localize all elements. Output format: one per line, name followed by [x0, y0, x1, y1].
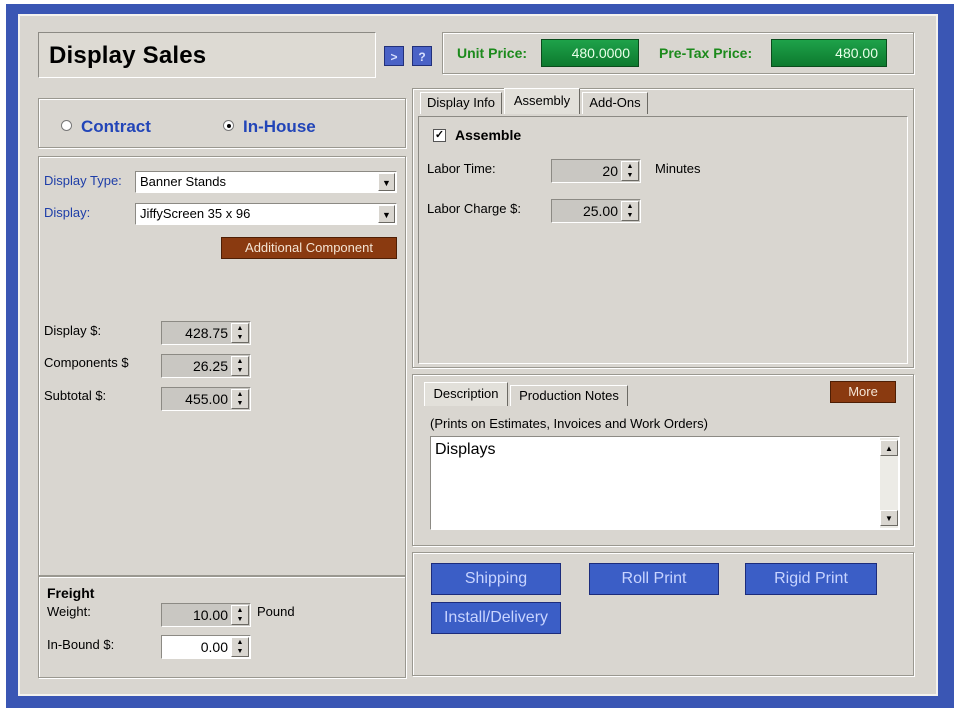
display-type-select[interactable]: Banner Stands ▼ [135, 171, 397, 193]
spinner-icon[interactable]: ▲ ▼ [231, 637, 249, 657]
inbound-field[interactable]: 0.00 ▲ ▼ [161, 635, 251, 659]
tab-display-info[interactable]: Display Info [420, 92, 502, 114]
more-button[interactable]: More [830, 381, 896, 403]
freight-title: Freight [47, 585, 95, 601]
display-sales-window: Display Sales > ? Unit Price: 480.0000 P… [18, 14, 938, 696]
inbound-label: In-Bound $: [47, 637, 115, 652]
spinner-icon[interactable]: ▲ ▼ [231, 356, 249, 376]
contract-radio-option[interactable]: Contract [61, 117, 181, 137]
weight-field[interactable]: 10.00 ▲ ▼ [161, 603, 251, 627]
spinner-icon[interactable]: ▲ ▼ [231, 605, 249, 625]
spinner-icon[interactable]: ▲ ▼ [231, 389, 249, 409]
inbound-value: 0.00 [200, 639, 228, 655]
display-type-label: Display Type: [44, 173, 122, 188]
actions-panel: Shipping Roll Print Rigid Print Install/… [412, 552, 914, 676]
description-hint: (Prints on Estimates, Invoices and Work … [430, 416, 708, 431]
components-field[interactable]: 26.25 ▲ ▼ [161, 354, 251, 378]
display-value: JiffyScreen 35 x 96 [140, 206, 251, 221]
spinner-icon[interactable]: ▲ ▼ [231, 323, 249, 343]
description-textarea[interactable]: Displays ▲ ▼ [430, 436, 900, 530]
weight-unit: Pound [257, 604, 295, 619]
labor-charge-field[interactable]: 25.00 ▲ ▼ [551, 199, 641, 223]
display-cost-field[interactable]: 428.75 ▲ ▼ [161, 321, 251, 345]
labor-time-field[interactable]: 20 ▲ ▼ [551, 159, 641, 183]
title-panel: Display Sales [38, 32, 376, 78]
install-delivery-button[interactable]: Install/Delivery [431, 602, 561, 634]
display-cost-value: 428.75 [185, 325, 228, 341]
freight-panel: Freight Weight: 10.00 ▲ ▼ Pound In-Bound … [38, 576, 406, 678]
display-type-value: Banner Stands [140, 174, 227, 189]
contract-radio-label: Contract [81, 117, 151, 136]
unit-price-value: 480.0000 [541, 39, 639, 67]
labor-time-label: Labor Time: [427, 161, 496, 176]
display-details-panel: Display Type: Banner Stands ▼ Display: J… [38, 156, 406, 576]
tab-production-notes[interactable]: Production Notes [510, 385, 628, 406]
labor-charge-value: 25.00 [582, 203, 618, 219]
help-icon: ? [418, 50, 426, 64]
unit-price-label: Unit Price: [457, 45, 528, 61]
inhouse-radio-label: In-House [243, 117, 316, 136]
weight-label: Weight: [47, 604, 91, 619]
next-arrow-button[interactable]: > [384, 46, 404, 66]
labor-time-value: 20 [602, 163, 618, 179]
labor-charge-label: Labor Charge $: [427, 201, 521, 216]
display-label: Display: [44, 205, 91, 220]
assembly-tab-page: ✓ Assemble Labor Time: 20 ▲ ▼ Minutes Lab… [418, 116, 908, 364]
scroll-down-icon[interactable]: ▼ [880, 510, 898, 526]
help-button[interactable]: ? [412, 46, 432, 66]
tab-assembly[interactable]: Assembly [504, 88, 580, 114]
vertical-scrollbar[interactable]: ▲ ▼ [880, 438, 898, 528]
description-text: Displays [435, 441, 496, 458]
display-select[interactable]: JiffyScreen 35 x 96 ▼ [135, 203, 397, 225]
chevron-down-icon[interactable]: ▼ [378, 173, 395, 191]
subtotal-field[interactable]: 455.00 ▲ ▼ [161, 387, 251, 411]
labor-time-unit: Minutes [655, 161, 701, 176]
spinner-icon[interactable]: ▲ ▼ [621, 201, 639, 221]
subtotal-label: Subtotal $: [44, 388, 107, 403]
assemble-label: Assemble [455, 127, 522, 143]
shipping-button[interactable]: Shipping [431, 563, 561, 595]
tab-description[interactable]: Description [424, 382, 508, 406]
roll-print-button[interactable]: Roll Print [589, 563, 719, 595]
tab-add-ons[interactable]: Add-Ons [582, 92, 648, 114]
components-value: 26.25 [192, 358, 228, 374]
spinner-icon[interactable]: ▲ ▼ [621, 161, 639, 181]
price-bar: Unit Price: 480.0000 Pre-Tax Price: 480.… [442, 32, 914, 74]
inhouse-radio-option[interactable]: In-House [223, 117, 353, 137]
scroll-up-icon[interactable]: ▲ [880, 440, 898, 456]
weight-value: 10.00 [192, 607, 228, 623]
assemble-checkbox[interactable]: ✓ [433, 129, 446, 142]
contract-radio[interactable] [61, 120, 72, 131]
pretax-price-value: 480.00 [771, 39, 887, 67]
subtotal-value: 455.00 [185, 391, 228, 407]
chevron-down-icon[interactable]: ▼ [378, 205, 395, 223]
arrow-right-icon: > [390, 50, 398, 64]
additional-component-button[interactable]: Additional Component [221, 237, 397, 259]
components-label: Components $ [44, 355, 129, 370]
rigid-print-button[interactable]: Rigid Print [745, 563, 877, 595]
inhouse-radio[interactable] [223, 120, 234, 131]
sale-type-panel: Contract In-House [38, 98, 406, 148]
page-title: Display Sales [49, 42, 207, 69]
pretax-price-label: Pre-Tax Price: [659, 45, 753, 61]
display-cost-label: Display $: [44, 323, 102, 338]
